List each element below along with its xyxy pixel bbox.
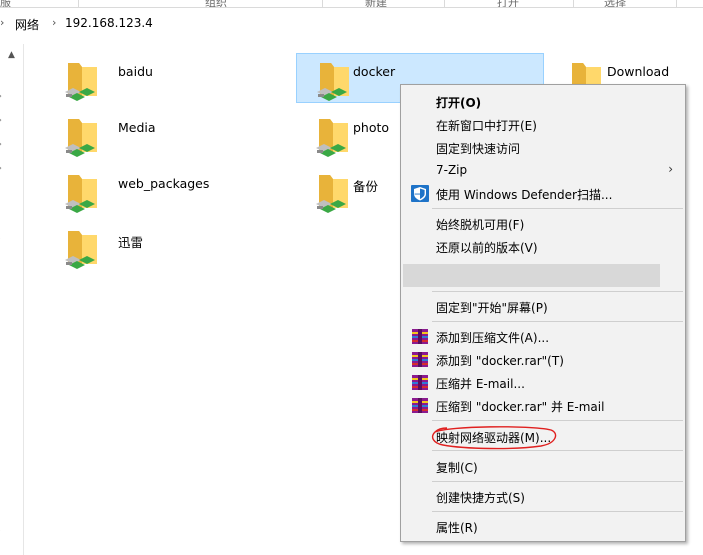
menu-item-label: 固定到"开始"屏幕(P) — [436, 301, 548, 315]
folder-baidu[interactable]: baidu — [45, 54, 293, 104]
menu-item-open-new-window[interactable]: 在新窗口中打开(E) — [403, 113, 683, 135]
menu-item-label: 固定到快速访问 — [436, 142, 521, 156]
menu-item-restore-versions[interactable]: 还原以前的版本(V) — [403, 235, 683, 257]
folder-name: Download — [607, 64, 670, 79]
folder-name: Media — [118, 120, 156, 135]
chevron-right-icon[interactable]: › — [0, 16, 4, 29]
menu-item-label: 在新窗口中打开(E) — [436, 119, 537, 133]
winrar-icon — [412, 398, 428, 413]
chevron-right-icon[interactable]: › — [0, 91, 2, 102]
folder-web-packages[interactable]: web_packages — [45, 166, 293, 216]
winrar-icon — [412, 352, 428, 367]
ribbon-divider — [573, 0, 574, 7]
folder-name: photo — [353, 120, 390, 135]
menu-separator — [432, 208, 683, 209]
ribbon-divider — [676, 0, 677, 7]
network-folder-icon — [316, 119, 348, 157]
menu-separator — [432, 511, 683, 512]
ribbon-divider — [322, 0, 323, 7]
menu-item-label: 还原以前的版本(V) — [436, 241, 538, 255]
menu-separator — [432, 481, 683, 482]
folder-name: 迅雷 — [118, 235, 144, 250]
network-folder-icon — [65, 175, 97, 213]
chevron-right-icon[interactable]: › — [0, 115, 2, 126]
menu-item-label: 始终脱机可用(F) — [436, 218, 525, 232]
menu-item-label: 属性(R) — [436, 521, 478, 535]
menu-item-7zip[interactable]: 7-Zip › — [403, 159, 683, 181]
folder-media[interactable]: Media — [45, 110, 293, 160]
winrar-icon — [412, 329, 428, 344]
menu-item-label: 复制(C) — [436, 461, 478, 475]
menu-item-create-shortcut[interactable]: 创建快捷方式(S) — [403, 485, 683, 507]
folder-name: web_packages — [118, 176, 210, 191]
ribbon-label: 组织 — [205, 0, 227, 8]
menu-separator — [432, 450, 683, 451]
menu-item-always-offline[interactable]: 始终脱机可用(F) — [403, 212, 683, 234]
menu-item-copy[interactable]: 复制(C) — [403, 455, 683, 477]
folder-name: 备份 — [353, 179, 379, 194]
chevron-right-icon[interactable]: › — [0, 163, 2, 174]
ribbon-label: 选择 — [604, 0, 626, 8]
nav-item-fragment[interactable]: ) — [0, 234, 1, 245]
breadcrumb-host[interactable]: 192.168.123.4 — [65, 16, 153, 30]
menu-separator — [432, 321, 683, 322]
folder-name: baidu — [118, 64, 153, 79]
nav-item-fragment[interactable]: ) — [0, 526, 1, 537]
menu-item-label: 压缩并 E-mail... — [436, 377, 525, 391]
submenu-arrow-icon: › — [668, 162, 673, 176]
chevron-right-icon[interactable]: › — [0, 139, 2, 150]
menu-item-label: 压缩到 "docker.rar" 并 E-mail — [436, 400, 605, 414]
menu-item-pin-quick-access[interactable]: 固定到快速访问 — [403, 136, 683, 158]
ribbon-divider — [78, 0, 79, 7]
menu-item-add-archive[interactable]: 添加到压缩文件(A)... — [403, 325, 683, 347]
menu-item-label: 打开(O) — [436, 96, 482, 110]
annotation-circle — [431, 426, 557, 450]
ribbon-divider — [444, 0, 445, 7]
chevron-right-icon[interactable]: › — [52, 16, 56, 29]
menu-item-label: 使用 Windows Defender扫描... — [436, 188, 613, 202]
menu-item-pin-start[interactable]: 固定到"开始"屏幕(P) — [403, 295, 683, 317]
navigation-pane[interactable]: ▲ › › › › ) ) — [0, 44, 24, 555]
ribbon-label: 服 — [0, 0, 11, 8]
menu-item-defender-scan[interactable]: 使用 Windows Defender扫描... — [403, 182, 683, 204]
network-folder-icon — [65, 119, 97, 157]
network-folder-icon — [317, 63, 349, 101]
network-folder-icon — [65, 231, 97, 269]
menu-separator — [432, 420, 683, 421]
context-menu[interactable]: 打开(O) 在新窗口中打开(E) 固定到快速访问 7-Zip › 使用 Wind… — [400, 84, 686, 542]
ribbon-label: 打开 — [497, 0, 519, 8]
folder-backup[interactable]: 备份 — [296, 166, 400, 216]
network-folder-icon — [316, 175, 348, 213]
winrar-icon — [412, 375, 428, 390]
menu-item-properties[interactable]: 属性(R) — [403, 515, 683, 537]
menu-item-label: 7-Zip — [436, 163, 468, 177]
menu-item-compress-email[interactable]: 压缩并 E-mail... — [403, 371, 683, 393]
menu-item-label: 添加到 "docker.rar"(T) — [436, 354, 564, 368]
menu-item-compress-docker-email[interactable]: 压缩到 "docker.rar" 并 E-mail — [403, 394, 683, 416]
menu-item-open[interactable]: 打开(O) — [403, 90, 683, 112]
folder-xunlei[interactable]: 迅雷 — [45, 222, 293, 272]
breadcrumb[interactable]: › 网络 › 192.168.123.4 — [0, 10, 703, 36]
network-folder-icon — [65, 63, 97, 101]
scroll-up-icon[interactable]: ▲ — [8, 50, 15, 60]
menu-item-highlighted-blank[interactable] — [403, 264, 660, 287]
menu-item-add-docker-rar[interactable]: 添加到 "docker.rar"(T) — [403, 348, 683, 370]
ribbon-strip: 服 组织 新建 打开 选择 — [0, 0, 703, 8]
folder-photo[interactable]: photo — [296, 110, 400, 160]
folder-name: docker — [353, 64, 396, 79]
shield-icon — [411, 185, 429, 202]
ribbon-label: 新建 — [365, 0, 387, 8]
breadcrumb-network[interactable]: 网络 — [15, 16, 39, 33]
menu-item-label: 添加到压缩文件(A)... — [436, 331, 550, 345]
menu-separator — [432, 291, 683, 292]
menu-item-label: 创建快捷方式(S) — [436, 491, 525, 505]
